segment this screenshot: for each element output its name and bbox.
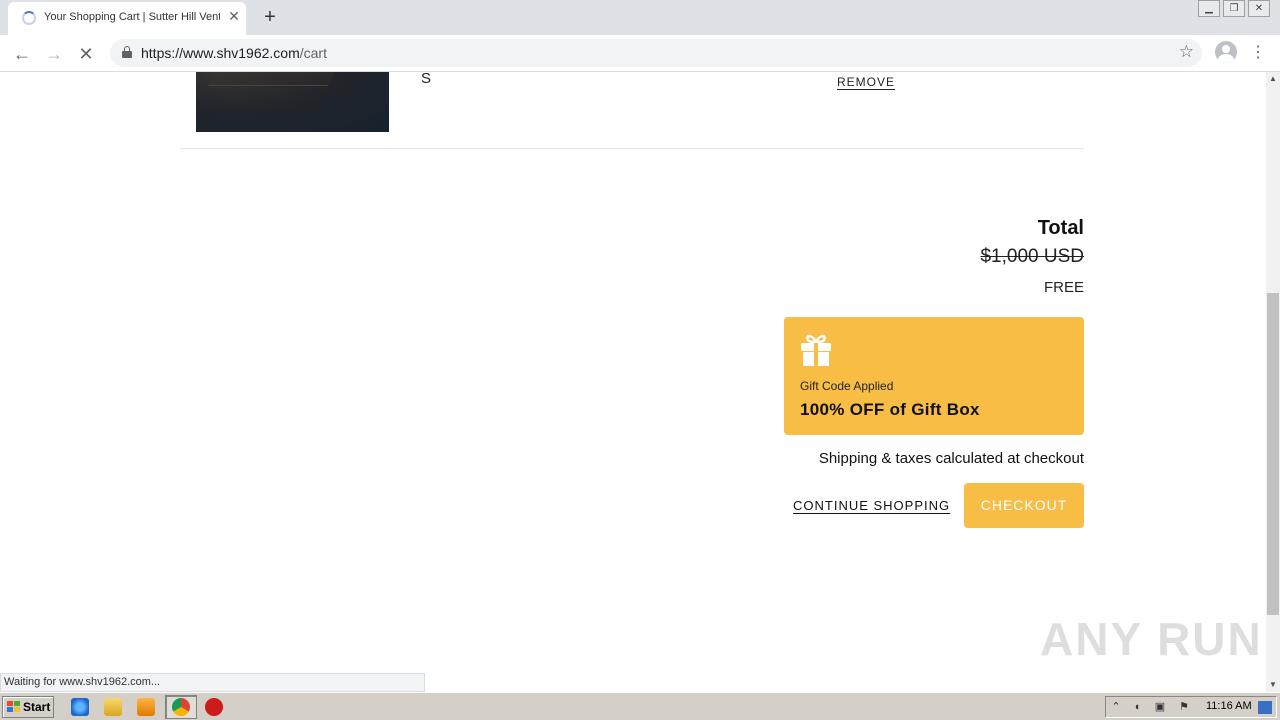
internet-explorer-icon[interactable]	[71, 698, 89, 716]
remove-item-link[interactable]: REMOVE	[837, 75, 895, 89]
divider	[180, 148, 1084, 149]
bookmark-star-icon[interactable]: ☆	[1179, 42, 1194, 62]
browser-menu-icon[interactable]: ⋮	[1250, 42, 1266, 64]
start-label: Start	[23, 700, 51, 714]
warning-app-icon[interactable]	[205, 698, 223, 716]
original-total-price: $1,000 USD	[980, 246, 1084, 267]
profile-avatar-icon[interactable]	[1215, 41, 1237, 63]
minimize-button[interactable]: ▁	[1198, 0, 1220, 17]
media-player-icon[interactable]	[137, 698, 155, 716]
tab-title: Your Shopping Cart | Sutter Hill Venture…	[44, 11, 220, 23]
forward-button[interactable]: →	[41, 41, 67, 67]
windows-taskbar: Start ⌃ ◖ ▣ ⚑ 11:16 AM	[0, 692, 1280, 720]
scroll-up-icon[interactable]: ▲	[1266, 72, 1280, 86]
url-text: https://www.shv1962.com/cart	[141, 45, 327, 61]
total-label: Total	[1037, 217, 1084, 239]
gift-code-label: Gift Code Applied	[800, 379, 894, 393]
watermark-logo: ANY RUN	[1040, 613, 1263, 665]
close-tab-icon[interactable]: ✕	[226, 8, 242, 24]
status-bubble: Waiting for www.shv1962.com...	[0, 673, 425, 692]
continue-shopping-link[interactable]: CONTINUE SHOPPING	[793, 498, 950, 513]
product-image	[196, 72, 389, 132]
address-bar[interactable]: https://www.shv1962.com/cart ☆	[110, 39, 1202, 67]
network-icon[interactable]: ▣	[1153, 701, 1167, 714]
gift-box-image-edge	[208, 72, 344, 86]
checkout-button[interactable]: CHECKOUT	[964, 483, 1084, 528]
back-button[interactable]: ←	[9, 41, 35, 67]
windows-logo-icon	[7, 701, 20, 713]
gift-code-banner: Gift Code Applied 100% OFF of Gift Box	[784, 317, 1084, 435]
scroll-thumb[interactable]	[1267, 293, 1279, 615]
stop-loading-button[interactable]: ✕	[73, 41, 99, 67]
taskbar-clock: 11:16 AM	[1206, 700, 1252, 712]
tray-expand-icon[interactable]: ⌃	[1109, 701, 1123, 714]
page-viewport: S REMOVE Total $1,000 USD FREE Gift Code…	[0, 72, 1266, 692]
browser-toolbar: ← → ✕ https://www.shv1962.com/cart ☆ ⋮	[0, 35, 1280, 72]
system-tray: ⌃ ◖ ▣ ⚑ 11:16 AM	[1105, 696, 1277, 718]
restore-button[interactable]: ❐	[1223, 0, 1245, 17]
url-host: https://www.shv1962.com	[141, 45, 300, 61]
final-total-price: FREE	[1043, 279, 1084, 296]
file-explorer-icon[interactable]	[104, 698, 122, 716]
chrome-taskbar-button[interactable]	[165, 695, 197, 719]
browser-tab[interactable]: Your Shopping Cart | Sutter Hill Venture…	[8, 2, 246, 35]
gift-icon	[801, 334, 831, 366]
scroll-down-icon[interactable]: ▼	[1266, 678, 1280, 692]
gift-code-title: 100% OFF of Gift Box	[800, 400, 980, 419]
browser-tabstrip: Your Shopping Cart | Sutter Hill Venture…	[0, 0, 1280, 35]
lock-icon	[122, 46, 132, 58]
window-controls: ▁ ❐ ✕	[1195, 0, 1270, 18]
item-size: S	[421, 72, 432, 87]
close-window-button[interactable]: ✕	[1248, 0, 1270, 17]
action-center-flag-icon[interactable]: ⚑	[1177, 701, 1191, 714]
show-desktop-icon[interactable]	[1258, 701, 1272, 714]
page-scrollbar[interactable]: ▲ ▼	[1266, 72, 1280, 692]
shipping-note: Shipping & taxes calculated at checkout	[818, 450, 1084, 467]
loading-spinner-icon	[22, 11, 36, 25]
start-button[interactable]: Start	[2, 696, 54, 718]
new-tab-button[interactable]: +	[258, 5, 282, 29]
url-path: /cart	[299, 45, 327, 61]
volume-icon[interactable]: ◖	[1130, 701, 1144, 714]
chrome-icon	[172, 698, 190, 716]
